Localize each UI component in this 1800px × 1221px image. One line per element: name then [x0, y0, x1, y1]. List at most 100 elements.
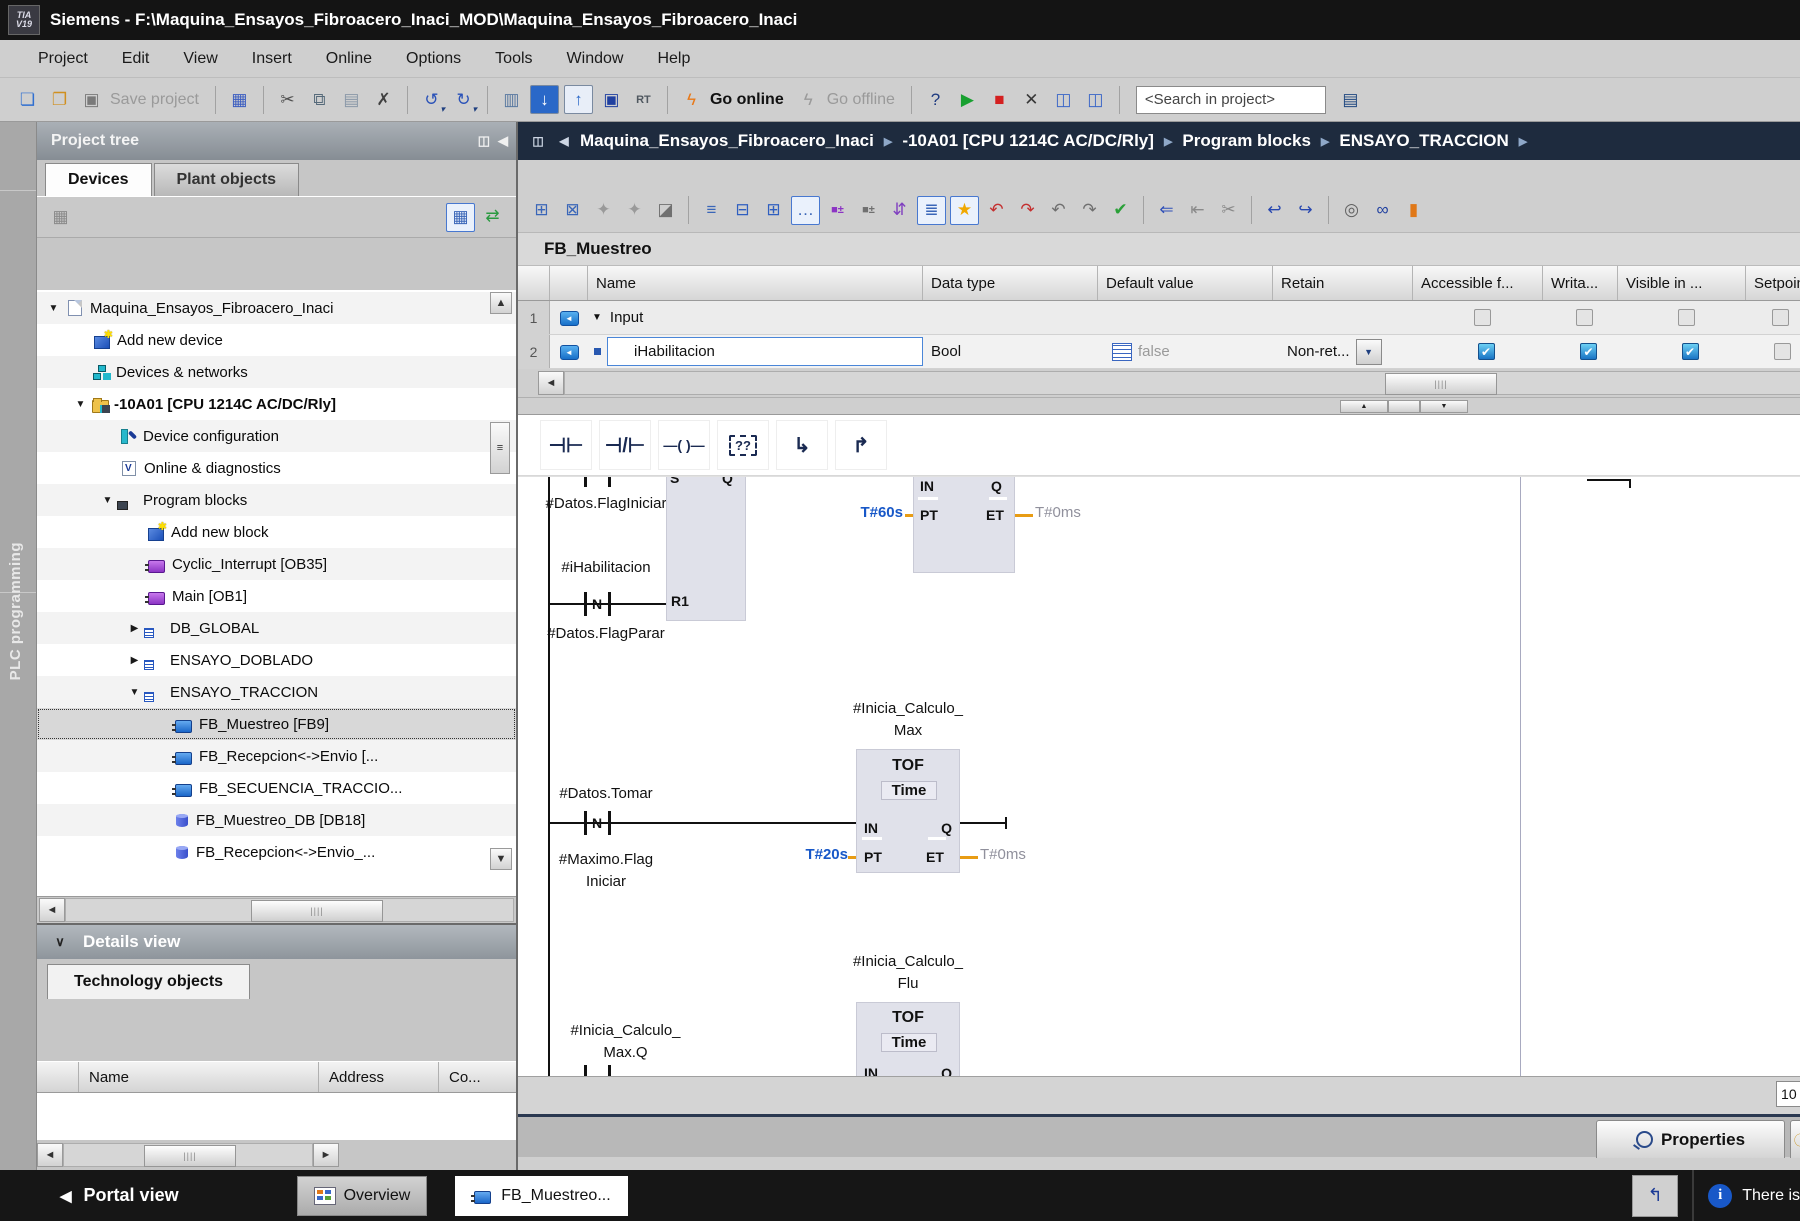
name-cell-editing[interactable]: iHabilitacion	[607, 337, 923, 366]
data-type-cell[interactable]: Bool	[923, 343, 1106, 360]
timer-instance-label[interactable]: #Inicia_Calculo_	[838, 953, 978, 970]
time-output[interactable]: T#0ms	[1035, 504, 1125, 521]
show-message-log-icon[interactable]: ↰	[1632, 1175, 1678, 1217]
menu-item-help[interactable]: Help	[657, 50, 690, 68]
timer-instance-label[interactable]: #Inicia_Calculo_	[838, 700, 978, 717]
redo-icon[interactable]: ↻▾	[450, 86, 477, 113]
delete-icon[interactable]: ✗	[370, 86, 397, 113]
scroll-right-icon[interactable]: ►	[313, 1143, 339, 1167]
value-list-icon[interactable]	[1112, 343, 1132, 361]
cut-icon[interactable]: ✂	[274, 86, 301, 113]
dropdown-caret-icon[interactable]: ▾	[472, 104, 477, 115]
close-branch-icon[interactable]: ↱	[835, 420, 887, 470]
checkbox-writable[interactable]: ✔	[1576, 309, 1593, 326]
network-comments-icon[interactable]: …	[791, 196, 820, 225]
tree-hscrollbar[interactable]: ◄ ||||	[37, 896, 516, 923]
scroll-left-icon[interactable]: ◄	[538, 371, 564, 395]
zoom-level-box[interactable]: 10	[1776, 1081, 1800, 1107]
expander-icon[interactable]: ▼	[128, 687, 141, 698]
copy-icon[interactable]: ⧉	[306, 86, 333, 113]
start-runtime-icon[interactable]: RT	[630, 86, 657, 113]
menu-item-insert[interactable]: Insert	[252, 50, 292, 68]
breadcrumb-item-maquina-ensayos-fibroacero-inaci[interactable]: Maquina_Ensayos_Fibroacero_Inaci	[580, 131, 874, 151]
go-to-previous-icon[interactable]: ⇐	[1153, 197, 1180, 224]
operand-label[interactable]: #Datos.Tomar	[518, 785, 694, 802]
collapse-all-networks-icon[interactable]: ⊞	[760, 197, 787, 224]
tree-item-fb-recepcion-envio[interactable]: FB_Recepcion<->Envio [...	[37, 740, 516, 772]
table-hscrollbar[interactable]: ◄ ||||	[518, 369, 1800, 397]
show-columns-icon[interactable]: ≣	[917, 196, 946, 225]
details-col-name[interactable]: Name	[79, 1062, 319, 1092]
details-hscroll-thumb[interactable]: ||||	[144, 1145, 236, 1167]
splitter-down-icon[interactable]: ▼	[1420, 400, 1468, 413]
splitter-up-icon[interactable]: ▲	[1340, 400, 1388, 413]
properties-button[interactable]: Properties	[1596, 1120, 1785, 1158]
block-datatype-label[interactable]: Time	[881, 781, 937, 800]
checkbox-visible[interactable]: ✔	[1678, 309, 1695, 326]
expander-icon[interactable]: ▶	[128, 623, 141, 634]
tree-item-db-global[interactable]: ▶DB_GLOBAL	[37, 612, 516, 644]
write-snapshot-icon[interactable]: ↷	[1076, 197, 1103, 224]
network-outline-icon[interactable]: ≡	[698, 197, 725, 224]
coil-icon[interactable]: —( )—	[658, 420, 710, 470]
tree-item-ensayo-traccion[interactable]: ▼ENSAYO_TRACCION	[37, 676, 516, 708]
expander-icon[interactable]: ▶	[128, 655, 141, 666]
tree-item-ensayo-doblado[interactable]: ▶ENSAYO_DOBLADO	[37, 644, 516, 676]
menu-item-view[interactable]: View	[183, 50, 217, 68]
search-in-project-input[interactable]: <Search in project>	[1136, 86, 1326, 114]
checkbox-setpoint[interactable]: ✔	[1772, 309, 1789, 326]
remove-branch-icon[interactable]: ✂	[1215, 197, 1242, 224]
collapse-chevron-icon[interactable]: ∨	[47, 929, 73, 955]
menu-item-window[interactable]: Window	[567, 50, 624, 68]
data-snapshot-icon[interactable]: ▮	[1400, 197, 1427, 224]
checkbox-writable[interactable]: ✔	[1580, 343, 1597, 360]
table-row-input-group[interactable]: 1 ◄ ▼Input ✔ ✔ ✔ ✔	[518, 301, 1800, 335]
cross-references-icon[interactable]: ✕	[1018, 86, 1045, 113]
paste-icon[interactable]: ▤	[338, 86, 365, 113]
go-online-label[interactable]: Go online	[710, 91, 784, 109]
tree-item-10a01-cpu-1214c-ac-dc-rly[interactable]: ▼-10A01 [CPU 1214C AC/DC/Rly]	[37, 388, 516, 420]
ladder-canvas[interactable]: #Datos.FlagIniciar S Q R1 N #iHabilitaci…	[518, 476, 1800, 1076]
default-value-cell[interactable]: false	[1138, 343, 1170, 360]
table-hscroll-thumb[interactable]: ||||	[1385, 373, 1497, 395]
discard-forward-icon[interactable]: ↷	[1014, 197, 1041, 224]
undo-icon[interactable]: ↺▾	[418, 86, 445, 113]
col-writable[interactable]: Writa...	[1543, 266, 1618, 300]
operand-label[interactable]: #Maximo.Flag	[518, 851, 694, 868]
plc-programming-tab[interactable]: PLC programming	[7, 542, 24, 680]
editor-panel-icon[interactable]: ◫	[528, 134, 548, 148]
checkbox-setpoint[interactable]: ✔	[1774, 343, 1791, 360]
tree-item-maquina-ensayos-fibroacero-inaci[interactable]: ▼Maquina_Ensayos_Fibroacero_Inaci	[37, 292, 516, 324]
print-icon[interactable]: ▦	[226, 86, 253, 113]
menu-item-tools[interactable]: Tools	[495, 50, 532, 68]
editor-splitter[interactable]: ▲ ▼	[518, 397, 1800, 415]
tree-item-fb-secuencia-traccio[interactable]: FB_SECUENCIA_TRACCIO...	[37, 772, 516, 804]
sync-view-icon[interactable]: ⇄	[479, 203, 506, 230]
save-project-label[interactable]: Save project	[110, 91, 199, 109]
split-editor-vertical-icon[interactable]: ◫	[1082, 86, 1109, 113]
time-output[interactable]: T#0ms	[980, 846, 1070, 863]
check-consistency-icon[interactable]: ✔	[1107, 197, 1134, 224]
go-offline-icon[interactable]: ϟ	[795, 86, 822, 113]
block-datatype-label[interactable]: Time	[881, 1033, 937, 1052]
contact-nc-icon[interactable]: ⊣/⊢	[599, 420, 651, 470]
col-default-value[interactable]: Default value	[1098, 266, 1273, 300]
go-to-device-icon[interactable]: ▣	[598, 86, 625, 113]
overview-button[interactable]: Overview	[297, 1176, 428, 1216]
details-hscrollbar[interactable]: ◄ |||| ►	[37, 1140, 516, 1170]
expand-all-networks-icon[interactable]: ⊟	[729, 197, 756, 224]
panel-collapse-icon[interactable]: ◀	[498, 133, 508, 149]
symbolic-operands-icon[interactable]: ■±	[855, 197, 882, 224]
tree-item-fb-muestreo-db-db18[interactable]: FB_Muestreo_DB [DB18]	[37, 804, 516, 836]
scroll-up-icon[interactable]: ▲	[490, 292, 512, 314]
col-data-type[interactable]: Data type	[923, 266, 1098, 300]
time-literal[interactable]: T#60s	[813, 504, 903, 521]
details-col-address[interactable]: Address	[319, 1062, 439, 1092]
fb-muestreo-tab-button[interactable]: FB_Muestreo...	[455, 1176, 627, 1216]
absolute-operands-icon[interactable]: ■±	[824, 197, 851, 224]
upload-from-device-icon[interactable]: ↑	[564, 85, 593, 114]
col-setpoint[interactable]: Setpoint	[1746, 266, 1800, 300]
scroll-left-icon[interactable]: ◄	[37, 1143, 63, 1167]
go-offline-label[interactable]: Go offline	[827, 91, 895, 109]
tree-item-device-configuration[interactable]: Device configuration	[37, 420, 516, 452]
